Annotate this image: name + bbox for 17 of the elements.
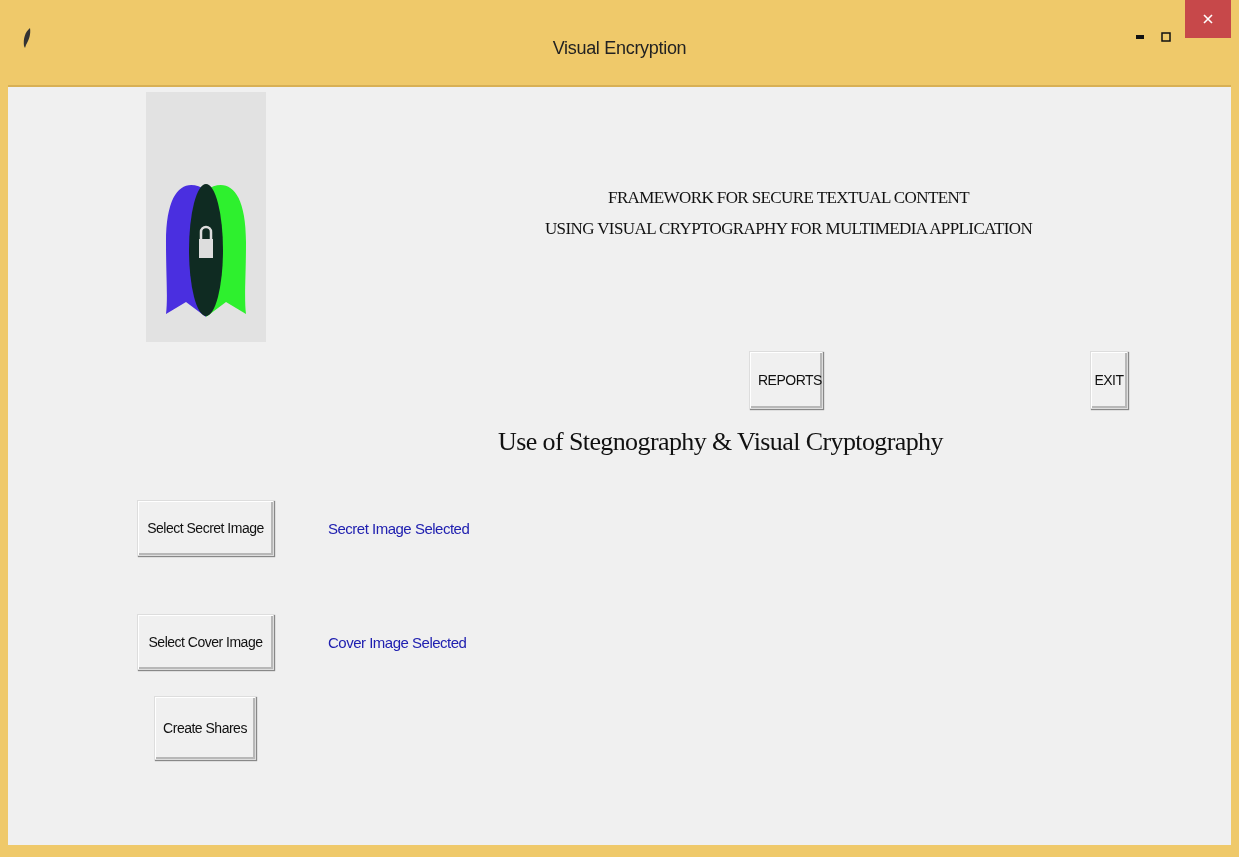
action-button[interactable]: Select Cover Image bbox=[137, 614, 274, 670]
close-icon bbox=[1203, 14, 1213, 24]
maximize-icon bbox=[1161, 32, 1171, 42]
feather-icon bbox=[22, 26, 32, 49]
action-button[interactable]: Create Shares bbox=[154, 696, 256, 760]
window-title: Visual Encryption bbox=[551, 38, 688, 59]
minimize-icon bbox=[1136, 35, 1144, 39]
top-button[interactable]: REPORTS bbox=[749, 351, 823, 409]
heading-text: FRAMEWORK FOR SECURE TEXTUAL CONTENT bbox=[608, 187, 969, 209]
logo-icon bbox=[146, 92, 266, 342]
close-button[interactable] bbox=[1185, 0, 1231, 38]
top-button[interactable]: EXIT bbox=[1090, 351, 1128, 409]
status-label: Secret Image Selected bbox=[328, 519, 470, 537]
status-label: Cover Image Selected bbox=[328, 633, 467, 651]
action-button[interactable]: Select Secret Image bbox=[137, 500, 274, 556]
heading-text: USING VISUAL CRYPTOGRAPHY FOR MULTIMEDIA APPLICATION bbox=[544, 218, 1033, 240]
subtitle-text: Use of Stegnography & Visual Cryptography bbox=[498, 427, 945, 457]
